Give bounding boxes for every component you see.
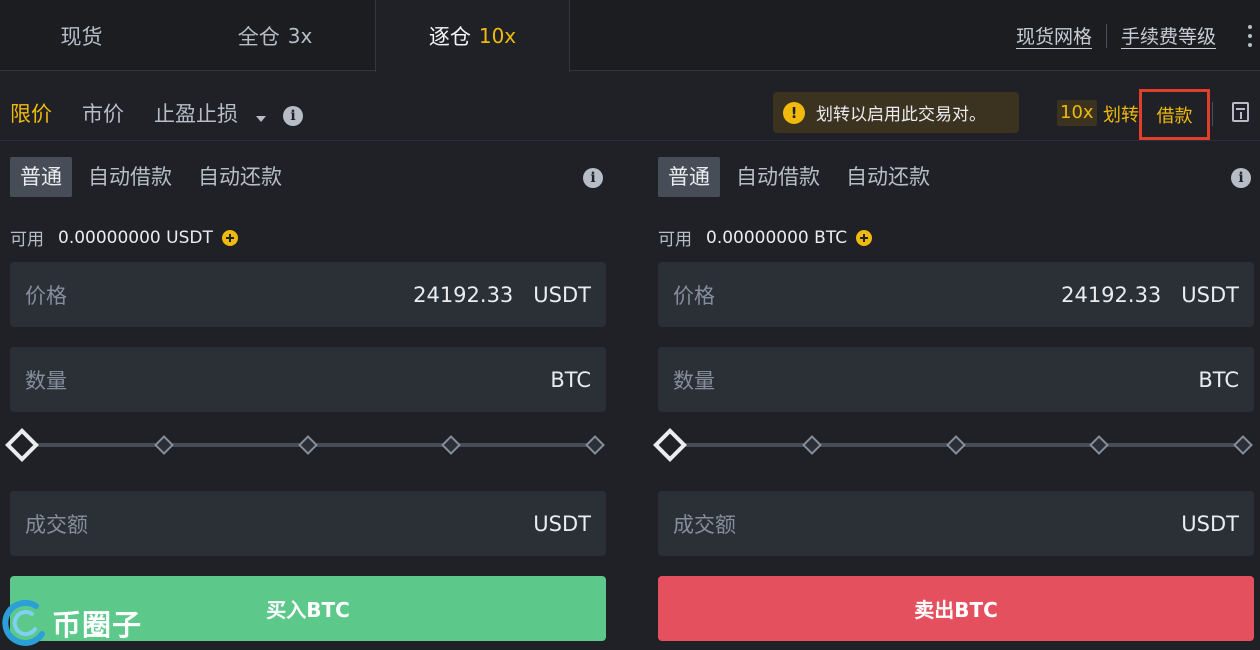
slider-step-75[interactable]	[441, 435, 461, 455]
sell-total-field[interactable]: 成交额 USDT	[658, 491, 1254, 556]
price-value[interactable]: 24192.33	[1061, 283, 1161, 307]
sell-panel: 普通 自动借款 自动还款 i 可用 0.00000000 BTC 价格 2419…	[653, 141, 1254, 650]
total-unit: USDT	[533, 511, 591, 536]
calculator-icon[interactable]	[1232, 102, 1249, 122]
sell-button-label: 卖出BTC	[914, 598, 998, 622]
total-unit: USDT	[1181, 511, 1239, 536]
sell-mode-auto-borrow[interactable]: 自动借款	[736, 157, 820, 197]
slider-step-25[interactable]	[154, 435, 174, 455]
info-icon[interactable]: i	[1231, 168, 1251, 188]
divider	[1212, 102, 1213, 126]
buy-total-field[interactable]: 成交额 USDT	[10, 491, 606, 556]
spot-grid-link[interactable]: 现货网格	[1016, 22, 1092, 49]
chevron-down-icon[interactable]	[256, 116, 266, 122]
amount-label: 数量	[673, 368, 715, 393]
slider-step-75[interactable]	[1089, 435, 1109, 455]
order-type-row: 限价 市价 止盈止损 i ! 划转以启用此交易对。 10x 划转 借款	[0, 72, 1260, 141]
warning-icon: !	[783, 101, 805, 124]
total-label: 成交额	[25, 512, 88, 537]
price-label: 价格	[673, 283, 715, 308]
sell-amount-field[interactable]: 数量 BTC	[658, 347, 1254, 412]
amount-unit: BTC	[550, 367, 591, 392]
buy-mode-normal[interactable]: 普通	[10, 157, 72, 197]
sell-price-field[interactable]: 价格 24192.33 USDT	[658, 262, 1254, 327]
tab-cross-leverage: 3x	[287, 23, 313, 48]
slider-step-25[interactable]	[802, 435, 822, 455]
amount-label: 数量	[25, 368, 67, 393]
tab-spot-label: 现货	[60, 24, 103, 49]
slider-handle[interactable]	[5, 428, 39, 462]
buy-button-label: 买入BTC	[266, 598, 350, 622]
available-value: 0.00000000 USDT	[58, 227, 213, 248]
tab-spot[interactable]: 现货	[0, 0, 163, 71]
buy-panel: 普通 自动借款 自动还款 i 可用 0.00000000 USDT 价格 241…	[5, 141, 606, 650]
borrow-label: 借款	[1156, 105, 1193, 127]
buy-available: 可用 0.00000000 USDT	[10, 225, 238, 250]
tab-cross-margin[interactable]: 全仓 3x	[190, 0, 360, 71]
notice-text: 划转以启用此交易对。	[816, 105, 986, 125]
sell-mode-normal[interactable]: 普通	[658, 157, 720, 197]
add-funds-icon[interactable]	[221, 229, 238, 246]
leverage-badge[interactable]: 10x	[1057, 100, 1097, 126]
slider-step-50[interactable]	[298, 435, 318, 455]
add-funds-icon[interactable]	[856, 229, 873, 246]
price-unit: USDT	[1181, 282, 1239, 307]
tab-isolated-margin[interactable]: 逐仓 10x	[375, 0, 570, 72]
available-value: 0.00000000 BTC	[706, 227, 848, 248]
buy-amount-field[interactable]: 数量 BTC	[10, 347, 606, 412]
tab-isolated-leverage: 10x	[478, 24, 517, 48]
top-links: 现货网格 手续费等级	[1016, 0, 1260, 71]
amount-unit: BTC	[1198, 367, 1239, 392]
watermark-logo-icon	[2, 599, 45, 646]
fee-level-link[interactable]: 手续费等级	[1121, 22, 1216, 49]
tab-cross-label: 全仓	[237, 24, 280, 49]
watermark-text: 币圈子	[52, 608, 143, 642]
more-menu-icon[interactable]	[1248, 24, 1252, 47]
sell-percent-slider[interactable]	[653, 427, 1254, 463]
sell-mode-tabs: 普通 自动借款 自动还款	[658, 157, 956, 197]
sell-available: 可用 0.00000000 BTC	[658, 225, 873, 250]
transfer-button[interactable]: 划转	[1103, 101, 1139, 127]
price-unit: USDT	[533, 282, 591, 307]
top-tab-bar: 现货 全仓 3x 逐仓 10x 现货网格 手续费等级	[0, 0, 1260, 72]
available-label: 可用	[658, 230, 692, 250]
transfer-notice: ! 划转以启用此交易对。	[773, 92, 1019, 133]
buy-price-field[interactable]: 价格 24192.33 USDT	[10, 262, 606, 327]
available-label: 可用	[10, 230, 44, 250]
slider-step-100[interactable]	[1233, 435, 1253, 455]
sell-mode-auto-repay[interactable]: 自动还款	[846, 157, 930, 197]
order-type-stop[interactable]: 止盈止损	[154, 98, 238, 128]
watermark: 币圈子	[2, 592, 162, 646]
price-value[interactable]: 24192.33	[413, 283, 513, 307]
total-label: 成交额	[673, 512, 736, 537]
order-type-limit[interactable]: 限价	[10, 98, 52, 128]
slider-step-100[interactable]	[585, 435, 605, 455]
info-icon[interactable]: i	[283, 106, 303, 126]
buy-mode-tabs: 普通 自动借款 自动还款	[10, 157, 308, 197]
divider	[1105, 23, 1107, 48]
price-label: 价格	[25, 283, 67, 308]
order-type-market[interactable]: 市价	[82, 98, 124, 128]
sell-btc-button[interactable]: 卖出BTC	[658, 576, 1254, 641]
buy-mode-auto-borrow[interactable]: 自动借款	[88, 157, 172, 197]
buy-percent-slider[interactable]	[5, 427, 606, 463]
slider-handle[interactable]	[653, 428, 687, 462]
borrow-button[interactable]: 借款	[1139, 89, 1210, 140]
buy-mode-auto-repay[interactable]: 自动还款	[198, 157, 282, 197]
tab-isolated-label: 逐仓	[428, 25, 471, 49]
slider-step-50[interactable]	[946, 435, 966, 455]
info-icon[interactable]: i	[583, 168, 603, 188]
